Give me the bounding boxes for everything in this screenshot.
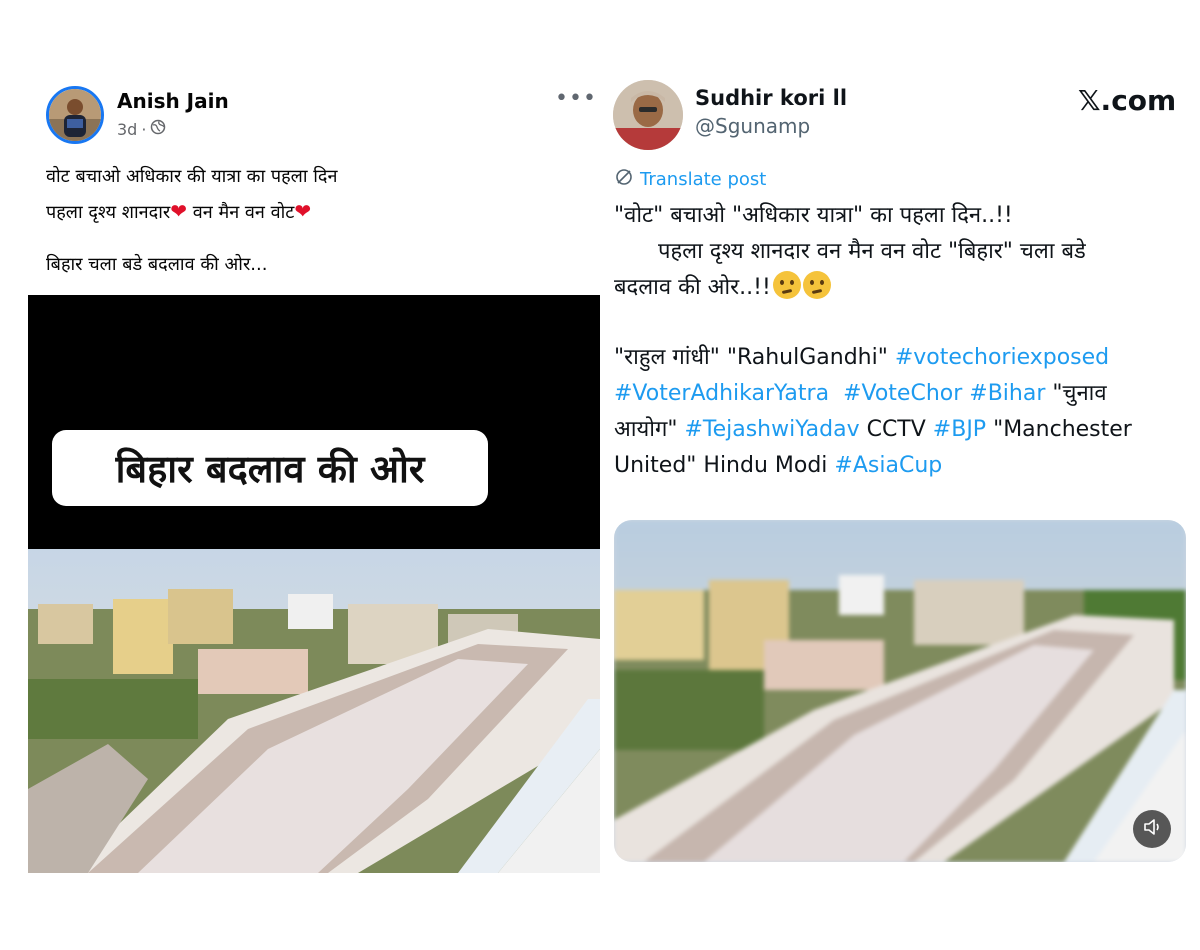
text-segment: "राहुल गांधी" "RahulGandhi" <box>614 345 895 370</box>
heart-emoji: ❤ <box>294 199 312 223</box>
avatar[interactable] <box>613 80 683 150</box>
post-meta: 3d · <box>117 119 166 139</box>
crowd-scene-image <box>614 520 1186 862</box>
post-line-3: बिहार चला बडे बदलाव की ओर... <box>46 254 268 275</box>
post-line-2b-text: वन मैन वन वोट <box>192 202 295 223</box>
post-line-5: #VoterAdhikarYatra #VoteChor #Bihar "चुन… <box>614 376 1194 412</box>
heart-emoji: ❤ <box>170 199 187 223</box>
translate-icon <box>614 167 634 192</box>
avatar[interactable] <box>46 86 104 144</box>
post-line-2: पहला दृश्य शानदार❤ वन मैन वन वोट❤ <box>46 194 586 230</box>
text-segment: "Manchester <box>986 417 1132 442</box>
text-segment: CCTV <box>859 417 933 442</box>
mute-icon <box>1141 816 1163 842</box>
crowd-scene-image <box>28 549 600 873</box>
translate-label: Translate post <box>640 169 767 190</box>
post-text: वोट बचाओ अधिकार की यात्रा का पहला दिन पह… <box>46 160 586 282</box>
hashtag-votechoriexposed[interactable]: #votechoriexposed <box>895 345 1109 370</box>
hashtag-voteradhikaryatra[interactable]: #VoterAdhikarYatra <box>614 381 829 406</box>
hashtag-votechor[interactable]: #VoteChor <box>843 381 962 406</box>
thinking-face-emoji <box>772 271 801 299</box>
text-segment: "चुनाव <box>1045 381 1107 406</box>
post-line-3: बदलाव की ओर..!! <box>614 270 1194 306</box>
post-gap <box>614 306 1194 340</box>
post-time[interactable]: 3d <box>117 120 137 139</box>
x-logo: 𝕏.com <box>1078 84 1177 117</box>
post-video[interactable] <box>614 520 1186 862</box>
thinking-face-emoji <box>802 271 831 299</box>
post-line-6: आयोग" #TejashwiYadav CCTV #BJP "Manchest… <box>614 412 1194 448</box>
post-line-2-text: पहला दृश्य शानदार <box>46 202 171 223</box>
display-name[interactable]: Sudhir kori ll <box>695 86 847 110</box>
text-segment: आयोग" <box>614 417 685 442</box>
text-segment: United" Hindu Modi <box>614 453 835 478</box>
post-line-7: United" Hindu Modi #AsiaCup <box>614 448 1194 484</box>
post-line-2: पहला दृश्य शानदार वन मैन वन वोट "बिहार" … <box>658 239 1086 264</box>
post-line-3-text: बदलाव की ओर..!! <box>614 275 771 300</box>
post-line-1: वोट बचाओ अधिकार की यात्रा का पहला दिन <box>46 166 338 187</box>
hashtag-asiacup[interactable]: #AsiaCup <box>834 453 942 478</box>
hashtag-tejashwiyadav[interactable]: #TejashwiYadav <box>684 417 859 442</box>
post-line-4: "राहुल गांधी" "RahulGandhi" #votechoriex… <box>614 340 1194 376</box>
mute-button[interactable] <box>1133 810 1171 848</box>
post-video[interactable] <box>28 295 600 873</box>
author-name[interactable]: Anish Jain <box>117 89 229 113</box>
hashtag-bihar[interactable]: #Bihar <box>969 381 1045 406</box>
more-options-icon[interactable]: ••• <box>555 86 597 111</box>
hashtag-bjp[interactable]: #BJP <box>933 417 986 442</box>
meta-separator: · <box>141 119 147 139</box>
translate-post-button[interactable]: Translate post <box>614 167 766 192</box>
video-title-banner: बिहार बदलाव की ओर <box>52 430 488 506</box>
post-line-1: "वोट" बचाओ "अधिकार यात्रा" का पहला दिन..… <box>614 203 1013 228</box>
globe-icon <box>150 119 166 139</box>
post-text: "वोट" बचाओ "अधिकार यात्रा" का पहला दिन..… <box>614 198 1194 484</box>
user-handle[interactable]: @Sgunamp <box>695 114 810 138</box>
post-gap <box>46 230 586 248</box>
